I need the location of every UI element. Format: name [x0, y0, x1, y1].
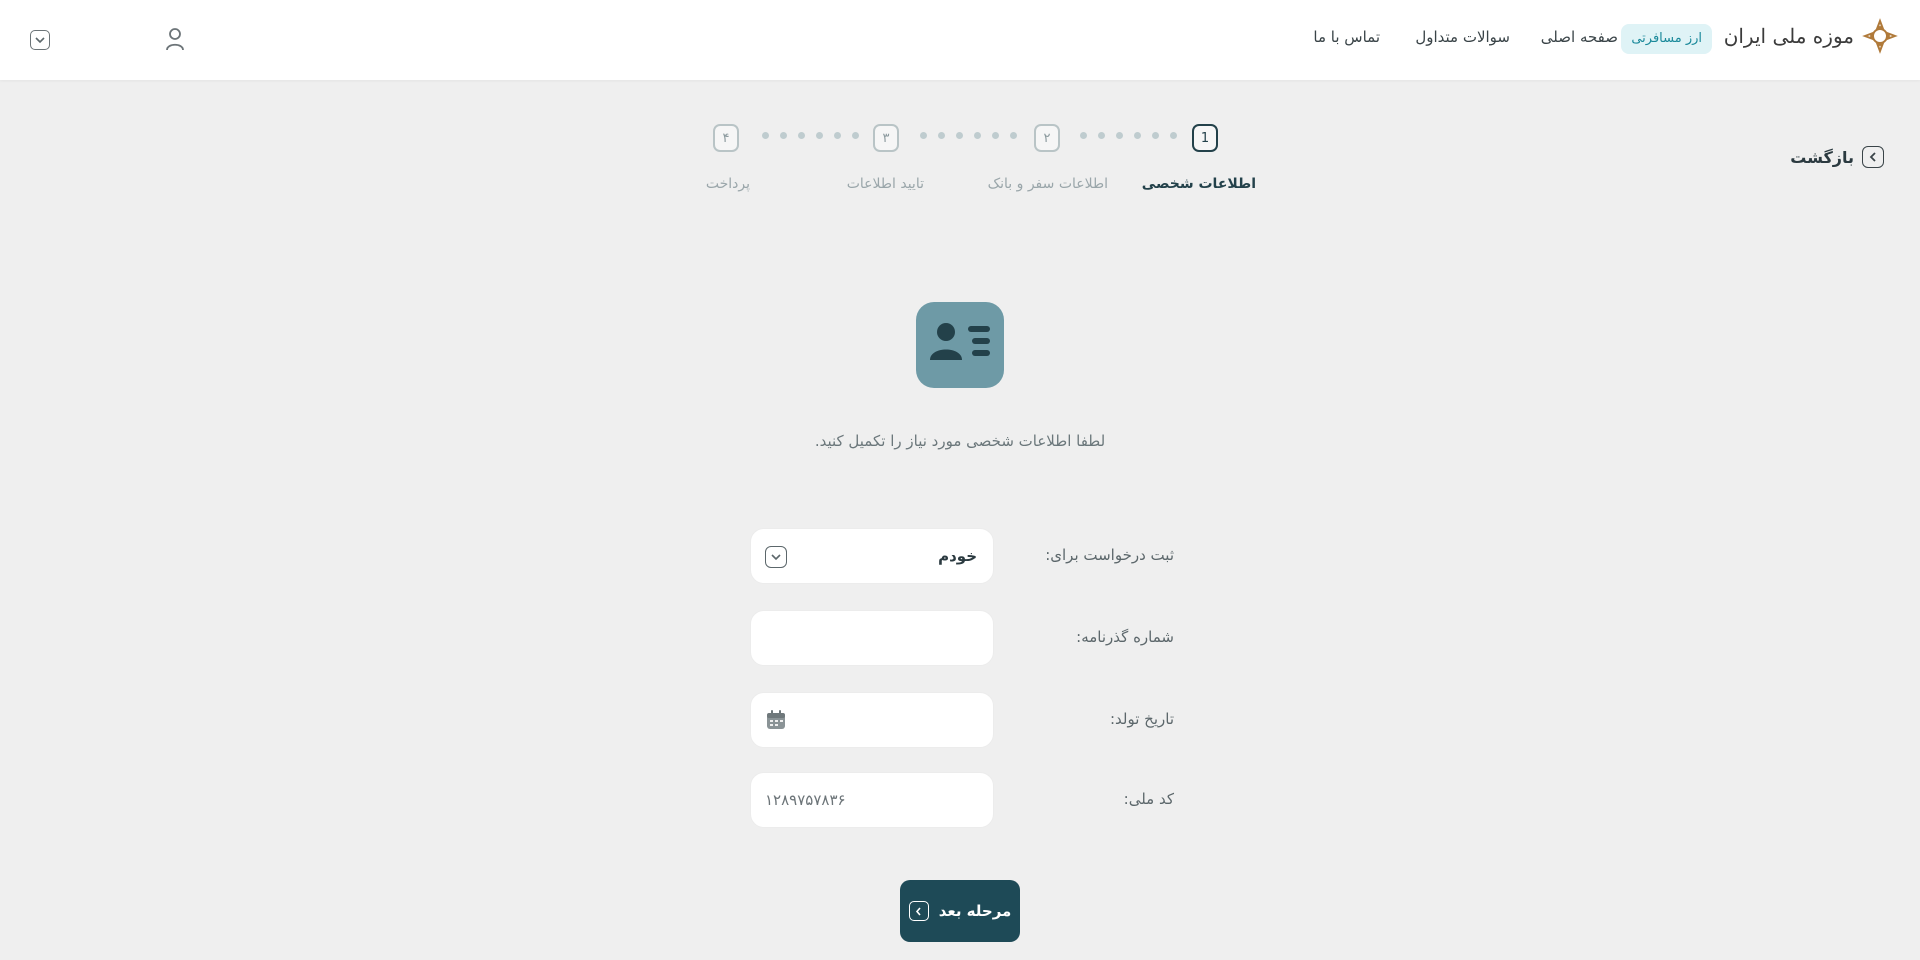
chevron-left-icon [1862, 146, 1884, 168]
nav-faq-link[interactable]: سوالات متداول [1415, 28, 1510, 46]
step-4-label: پرداخت [705, 176, 750, 192]
step-3-label: تایید اطلاعات [846, 176, 924, 192]
request-for-label: ثبت درخواست برای: [1045, 546, 1174, 564]
step-connector-3 [762, 132, 859, 139]
request-for-select[interactable]: خودم [750, 528, 994, 584]
step-3-number: ۳ [873, 124, 899, 152]
form-instructions: لطفا اطلاعات شخصی مورد نیاز را تکمیل کنی… [814, 432, 1106, 450]
logo-text: موزه ملی ایران [1723, 24, 1855, 48]
step-4-number: ۴ [713, 124, 739, 152]
passport-field-wrapper [750, 610, 994, 666]
step-2-label: اطلاعات سفر و بانک [987, 176, 1108, 192]
logo-mark-icon [1862, 18, 1898, 54]
birth-date-field-wrapper [750, 692, 994, 748]
step-connector-2 [920, 132, 1017, 139]
birth-date-input[interactable] [751, 693, 993, 747]
birth-date-label: تاریخ تولد: [1109, 710, 1174, 728]
user-icon[interactable] [164, 26, 186, 52]
next-step-button[interactable]: مرحله بعد [900, 880, 1020, 942]
step-2-number: ۲ [1034, 124, 1060, 152]
nav-contact-link[interactable]: تماس با ما [1313, 28, 1380, 46]
national-code-value: ۱۲۸۹۷۵۷۸۳۶ [765, 791, 846, 809]
top-header: موزه ملی ایران ارز مسافرتی صفحه اصلی سوا… [0, 0, 1920, 80]
site-logo[interactable]: موزه ملی ایران [1724, 18, 1898, 54]
request-for-value: خودم [938, 547, 977, 565]
nav-home-link[interactable]: صفحه اصلی [1541, 28, 1618, 46]
id-card-icon [916, 302, 1004, 388]
step-1-number: 1 [1192, 124, 1218, 152]
passport-input[interactable] [751, 611, 993, 665]
chevron-left-icon [908, 901, 929, 921]
step-connector-1 [1080, 132, 1177, 139]
step-1-label: اطلاعات شخصی [1141, 176, 1256, 192]
next-step-label: مرحله بعد [938, 902, 1012, 920]
chevron-down-icon [765, 546, 787, 568]
currency-badge: ارز مسافرتی [1621, 24, 1712, 54]
passport-label: شماره گذرنامه: [1076, 628, 1174, 646]
header-dropdown-button[interactable] [30, 30, 50, 50]
back-label: بازگشت [1790, 147, 1854, 167]
national-code-field[interactable]: ۱۲۸۹۷۵۷۸۳۶ [750, 772, 994, 828]
national-code-label: کد ملی: [1123, 790, 1174, 808]
back-button[interactable]: بازگشت [1790, 146, 1884, 168]
chevron-down-icon [35, 37, 45, 44]
calendar-icon[interactable] [765, 709, 787, 731]
